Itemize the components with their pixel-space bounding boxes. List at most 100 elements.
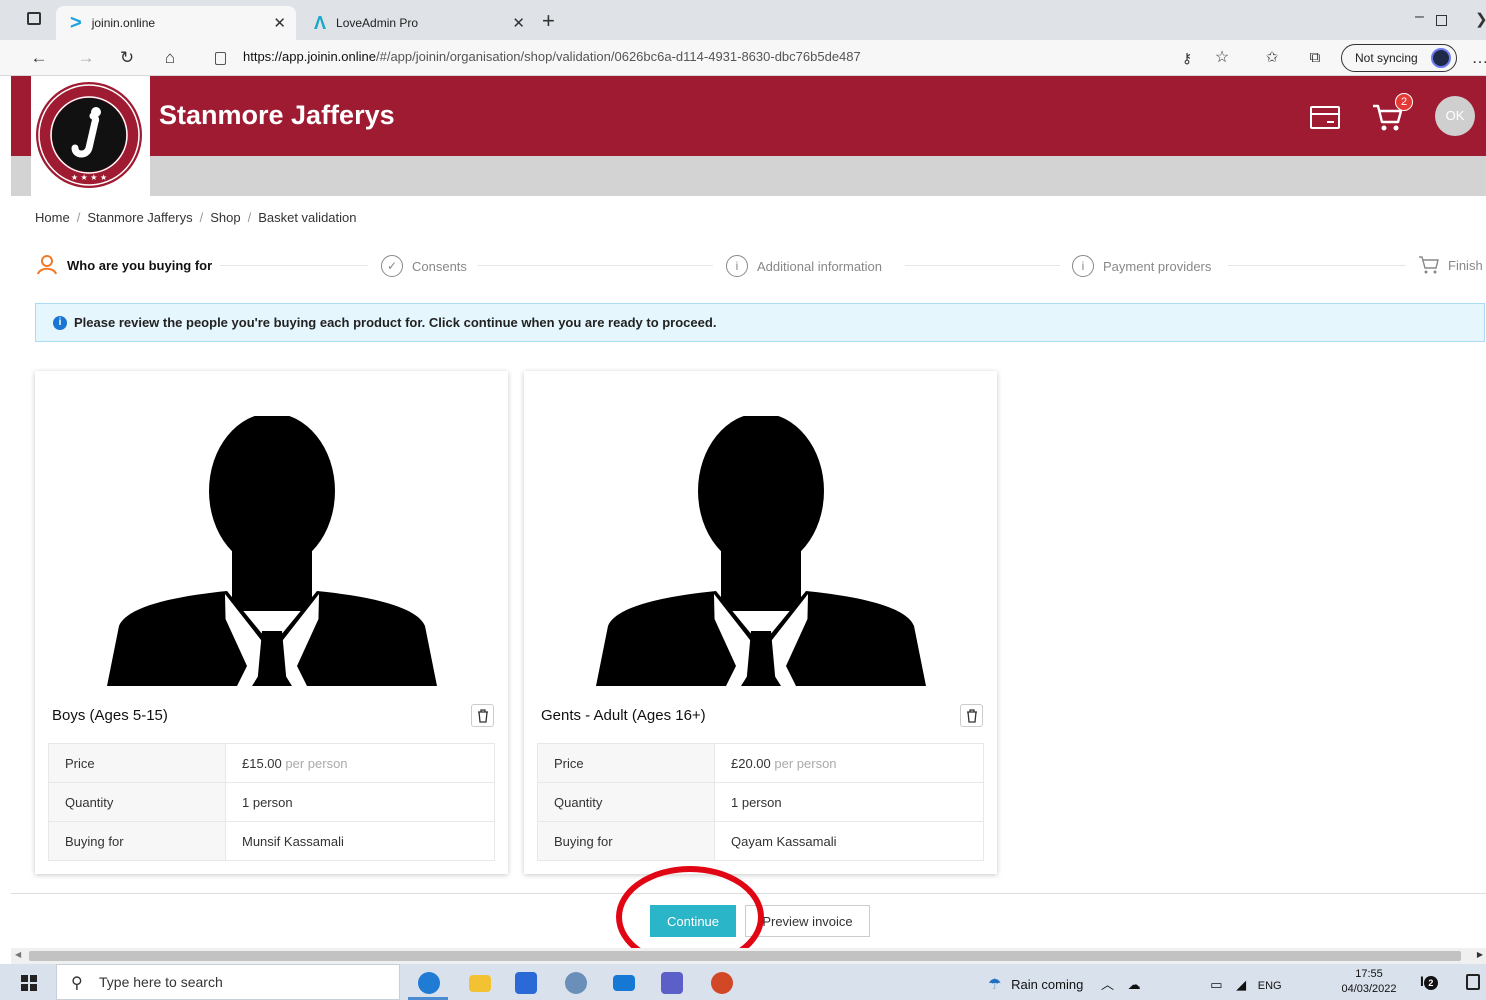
row-label: Buying for bbox=[537, 821, 715, 861]
tab-actions-icon[interactable] bbox=[27, 12, 41, 25]
tab-loveadmin[interactable]: Λ LoveAdmin Pro ✕ bbox=[300, 6, 535, 40]
club-name: Stanmore Jafferys bbox=[159, 100, 395, 130]
table-row: Quantity 1 person bbox=[537, 782, 984, 822]
file-explorer-icon[interactable] bbox=[469, 975, 491, 992]
refresh-icon[interactable]: ↻ bbox=[115, 46, 139, 70]
delete-product-button[interactable] bbox=[471, 704, 494, 727]
close-icon[interactable]: ✕ bbox=[273, 14, 286, 32]
table-row: Buying for Qayam Kassamali bbox=[537, 821, 984, 861]
wifi-icon[interactable]: ◢ bbox=[1236, 977, 1246, 992]
breadcrumb: Home / Stanmore Jafferys / Shop / Basket valid… bbox=[35, 210, 357, 225]
card-icon[interactable] bbox=[1310, 106, 1340, 129]
more-options-icon[interactable]: … bbox=[1468, 46, 1486, 70]
info-icon: i bbox=[53, 316, 67, 330]
url-host: https://app.joinin.online bbox=[243, 49, 376, 64]
price-value: £15.00 bbox=[242, 755, 282, 771]
app-icon[interactable] bbox=[565, 972, 587, 994]
step-label: Consents bbox=[412, 258, 467, 274]
club-logo-image: ★ ★ ★ ★ bbox=[36, 82, 142, 188]
scroll-left-arrow-icon[interactable]: ◀ bbox=[15, 950, 21, 959]
user-icon bbox=[37, 255, 57, 275]
row-label: Price bbox=[48, 743, 226, 783]
info-circle-icon: i bbox=[1072, 255, 1094, 277]
scroll-right-arrow-icon[interactable]: ▶ bbox=[1477, 950, 1483, 959]
close-window-button[interactable]: ❯ bbox=[1475, 10, 1486, 28]
battery-icon[interactable]: ▭ bbox=[1210, 977, 1222, 992]
step-label: Additional information bbox=[757, 258, 883, 274]
table-row: Price £15.00 per person bbox=[48, 743, 495, 783]
horizontal-scrollbar[interactable]: ◀ ▶ bbox=[11, 948, 1486, 964]
key-icon[interactable]: ⚷ bbox=[1175, 46, 1199, 70]
user-avatar[interactable]: OK bbox=[1435, 96, 1475, 136]
person-silhouette-image bbox=[107, 416, 437, 686]
taskbar-search-input[interactable]: ⚲ Type here to search bbox=[56, 964, 400, 1000]
step-additional-info: i Additional information bbox=[726, 255, 882, 277]
table-row: Buying for Munsif Kassamali bbox=[48, 821, 495, 861]
forward-arrow-icon[interactable]: → bbox=[74, 46, 98, 70]
scrollbar-thumb[interactable] bbox=[29, 951, 1461, 961]
step-connector bbox=[478, 265, 713, 266]
step-connector bbox=[905, 265, 1060, 266]
product-title: Boys (Ages 5-15) bbox=[52, 707, 168, 724]
sync-button[interactable]: Not syncing bbox=[1341, 44, 1457, 72]
row-value: Qayam Kassamali bbox=[714, 821, 984, 861]
minimize-button[interactable]: – bbox=[1415, 8, 1424, 26]
home-icon[interactable]: ⌂ bbox=[158, 46, 182, 70]
delete-product-button[interactable] bbox=[960, 704, 983, 727]
tab-joinin[interactable]: > joinin.online ✕ bbox=[56, 6, 296, 40]
address-bar: ← → ↻ ⌂ https://app.joinin.online/#/app/… bbox=[0, 40, 1486, 76]
chevron-right-icon: > bbox=[70, 11, 82, 34]
breadcrumb-shop[interactable]: Shop bbox=[210, 210, 240, 225]
language-indicator[interactable]: ENG bbox=[1258, 980, 1282, 992]
teams-icon[interactable] bbox=[661, 972, 683, 994]
notification-count: 2 bbox=[1423, 976, 1438, 990]
table-row: Price £20.00 per person bbox=[537, 743, 984, 783]
edge-browser-icon[interactable] bbox=[418, 972, 440, 994]
breadcrumb-club[interactable]: Stanmore Jafferys bbox=[87, 210, 192, 225]
cloud-icon[interactable]: ☁ bbox=[1128, 977, 1141, 992]
close-icon[interactable]: ✕ bbox=[512, 14, 525, 32]
back-arrow-icon[interactable]: ← bbox=[27, 46, 51, 70]
chevron-up-icon[interactable]: ︿ bbox=[1101, 977, 1114, 992]
club-logo[interactable]: ★ ★ ★ ★ bbox=[31, 76, 150, 196]
tab-title: joinin.online bbox=[91, 16, 156, 30]
trash-icon bbox=[966, 708, 977, 723]
favorites-icon[interactable]: ✩ bbox=[1260, 46, 1284, 70]
row-value: £20.00 per person bbox=[714, 743, 984, 783]
info-message: Please review the people you're buying e… bbox=[74, 315, 717, 330]
add-favorite-icon[interactable]: ☆ bbox=[1210, 46, 1234, 70]
new-tab-button[interactable]: + bbox=[542, 8, 555, 34]
breadcrumb-current: Basket validation bbox=[258, 210, 357, 225]
step-label: Who are you buying for bbox=[67, 257, 213, 273]
taskbar: ⚲ Type here to search ☂ Rain coming ︿ ☁ … bbox=[0, 964, 1486, 1000]
restore-button[interactable] bbox=[1436, 15, 1447, 26]
sync-label: Not syncing bbox=[1355, 51, 1418, 65]
step-connector bbox=[1228, 265, 1406, 266]
umbrella-icon: ☂ bbox=[988, 976, 1002, 993]
row-value: Munsif Kassamali bbox=[225, 821, 495, 861]
step-who-buying-for: Who are you buying for bbox=[37, 255, 212, 275]
loveadmin-logo-icon: Λ bbox=[314, 12, 327, 33]
url-field[interactable]: https://app.joinin.online/#/app/joinin/o… bbox=[243, 49, 861, 64]
notification-icon[interactable]: I2 bbox=[1420, 973, 1438, 990]
breadcrumb-home[interactable]: Home bbox=[35, 210, 70, 225]
mail-icon[interactable] bbox=[613, 975, 635, 991]
tab-title: LoveAdmin Pro bbox=[336, 16, 419, 30]
system-tray: ☂ Rain coming ︿ ☁ ▭ ◢ ENG bbox=[988, 974, 1282, 993]
clock-time: 17:55 bbox=[1355, 968, 1383, 980]
action-center-icon[interactable] bbox=[1466, 974, 1480, 990]
site-subheader bbox=[11, 156, 1486, 196]
weather-text[interactable]: Rain coming bbox=[1011, 977, 1083, 992]
clock[interactable]: 17:55 04/03/2022 bbox=[1340, 967, 1398, 997]
price-value: £20.00 bbox=[731, 755, 771, 771]
row-label: Price bbox=[537, 743, 715, 783]
step-connector bbox=[220, 265, 368, 266]
windows-start-icon[interactable] bbox=[21, 975, 37, 991]
check-circle-icon: ✓ bbox=[381, 255, 403, 277]
product-details-table: Price £20.00 per person Quantity 1 perso… bbox=[537, 743, 984, 861]
price-suffix: per person bbox=[774, 755, 837, 771]
collections-icon[interactable]: ⧉ bbox=[1303, 46, 1327, 70]
powerpoint-icon[interactable] bbox=[711, 972, 733, 994]
store-icon[interactable] bbox=[515, 972, 537, 994]
site-info-icon[interactable] bbox=[215, 52, 226, 65]
